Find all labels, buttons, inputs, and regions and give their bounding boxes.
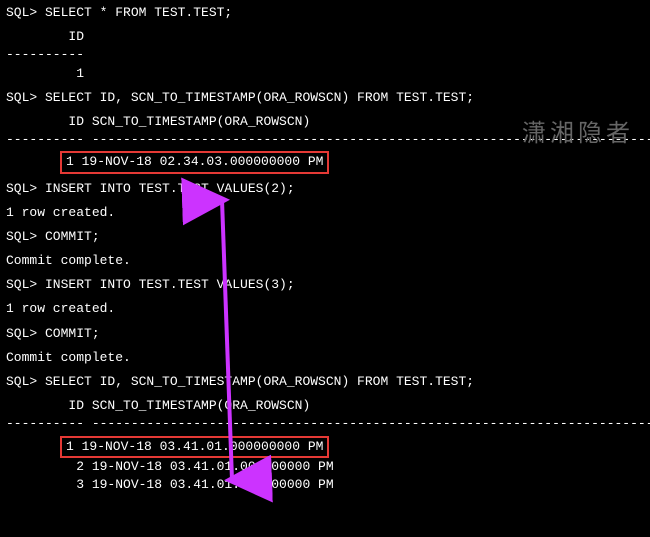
sql-prompt-line: SQL> COMMIT; (6, 325, 644, 343)
sql-prompt-line: SQL> SELECT * FROM TEST.TEST; (6, 4, 644, 22)
feedback-message: Commit complete. (6, 252, 644, 270)
result-divider: ---------- (6, 46, 644, 64)
result-row: 1 (6, 65, 644, 83)
result-header: ID SCN_TO_TIMESTAMP(ORA_ROWSCN) (6, 397, 644, 415)
watermark-text: 潇湘隐者 (522, 118, 634, 152)
result-row: 3 19-NOV-18 03.41.01.000000000 PM (6, 476, 644, 494)
feedback-message: Commit complete. (6, 349, 644, 367)
result-divider: ---------- -----------------------------… (6, 415, 644, 433)
sql-prompt-line: SQL> INSERT INTO TEST.TEST VALUES(2); (6, 180, 644, 198)
sql-prompt-line: SQL> COMMIT; (6, 228, 644, 246)
result-row: 2 19-NOV-18 03.41.01.000000000 PM (6, 458, 644, 476)
feedback-message: 1 row created. (6, 204, 644, 222)
highlighted-result-row: 1 19-NOV-18 02.34.03.000000000 PM (60, 151, 329, 173)
sql-prompt-line: SQL> SELECT ID, SCN_TO_TIMESTAMP(ORA_ROW… (6, 373, 644, 391)
sql-prompt-line: SQL> INSERT INTO TEST.TEST VALUES(3); (6, 276, 644, 294)
result-header: ID (6, 28, 644, 46)
highlighted-result-row: 1 19-NOV-18 03.41.01.000000000 PM (60, 436, 329, 458)
feedback-message: 1 row created. (6, 300, 644, 318)
sql-prompt-line: SQL> SELECT ID, SCN_TO_TIMESTAMP(ORA_ROW… (6, 89, 644, 107)
